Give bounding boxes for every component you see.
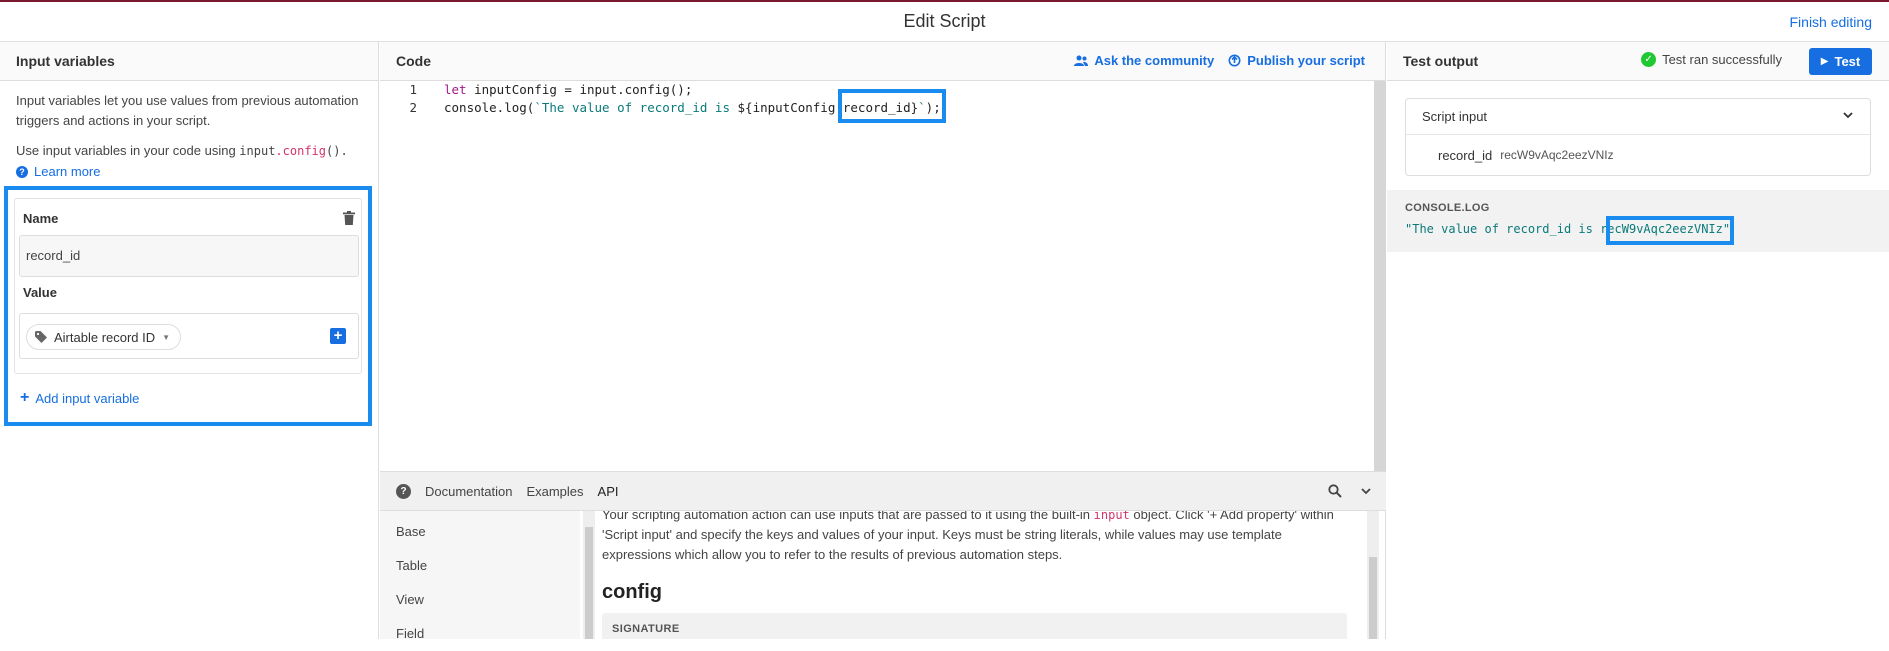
value-label: Value bbox=[23, 285, 57, 300]
docs-content: Your scripting automation action can use… bbox=[602, 511, 1362, 639]
script-input-row: record_id recW9vAqc2eezVNIz bbox=[1406, 135, 1870, 175]
name-label: Name bbox=[23, 211, 59, 226]
signature-label: SIGNATURE bbox=[612, 623, 680, 635]
variable-name-input[interactable]: record_id bbox=[19, 235, 359, 277]
test-status-label: Test ran successfully bbox=[1662, 52, 1782, 67]
tag-icon bbox=[35, 331, 47, 343]
test-button[interactable]: ▶ Test bbox=[1809, 48, 1872, 75]
code-line: 2 console.log(`The value of record_id is… bbox=[380, 100, 940, 120]
chevron-down-icon[interactable] bbox=[1360, 484, 1372, 498]
docs-heading: config bbox=[602, 581, 662, 603]
code-keyword: let bbox=[444, 82, 467, 97]
script-input-value: recW9vAqc2eezVNIz bbox=[1500, 148, 1614, 162]
code-editor[interactable]: 1 let inputConfig = input.config(); 2 co… bbox=[380, 81, 1386, 471]
usage-code-input: input bbox=[239, 144, 276, 158]
input-variables-description: Input variables let you use values from … bbox=[16, 93, 359, 128]
page-title: Edit Script bbox=[903, 11, 986, 31]
finish-editing-button[interactable]: Finish editing bbox=[1790, 14, 1873, 30]
test-output-header: Test output ✓ Test ran successfully ▶ Te… bbox=[1387, 42, 1889, 81]
chevron-down-icon bbox=[1843, 112, 1853, 119]
test-output-title: Test output bbox=[1403, 53, 1479, 69]
record-value-highlight bbox=[1606, 216, 1734, 245]
record-id-highlight bbox=[838, 89, 946, 123]
publish-icon bbox=[1228, 54, 1241, 67]
variable-value-field[interactable]: Airtable record ID ▼ + bbox=[19, 313, 359, 359]
script-input-section: Script input record_id recW9vAqc2eezVNIz bbox=[1405, 98, 1871, 176]
test-status: ✓ Test ran successfully bbox=[1641, 52, 1782, 67]
input-variables-usage: Use input variables in your code using i… bbox=[0, 131, 378, 158]
value-token-pill[interactable]: Airtable record ID ▼ bbox=[26, 324, 182, 350]
input-variable-card: Name record_id Value Airtable record ID … bbox=[14, 198, 362, 374]
tab-api[interactable]: API bbox=[598, 484, 619, 499]
input-variable-highlight: Name record_id Value Airtable record ID … bbox=[4, 186, 372, 426]
check-circle-icon: ✓ bbox=[1641, 52, 1657, 67]
usage-code: input.config(). bbox=[239, 144, 347, 158]
docs-nav-item-field[interactable]: Field bbox=[380, 617, 580, 651]
docs-nav-item-base[interactable]: Base bbox=[380, 515, 580, 549]
learn-more-link[interactable]: ? Learn more bbox=[0, 158, 378, 179]
line-number: 2 bbox=[409, 100, 417, 115]
input-variables-header: Input variables bbox=[0, 42, 378, 81]
add-input-variable-label: Add input variable bbox=[35, 390, 140, 406]
code-string: `The value of record_id is bbox=[534, 100, 738, 115]
console-log-label: CONSOLE.LOG bbox=[1405, 202, 1490, 214]
plus-icon: + bbox=[20, 389, 30, 406]
input-variables-panel: Input variables Input variables let you … bbox=[0, 42, 379, 639]
docs-paragraph: Your scripting automation action can use… bbox=[602, 511, 1342, 565]
script-input-key: record_id bbox=[1438, 147, 1493, 163]
tab-examples[interactable]: Examples bbox=[526, 484, 583, 499]
docs-text: Your scripting automation action can use… bbox=[602, 511, 1094, 522]
people-icon bbox=[1074, 55, 1089, 66]
add-input-variable-button[interactable]: + Add input variable bbox=[20, 389, 139, 407]
caret-down-icon: ▼ bbox=[162, 332, 171, 342]
trash-icon[interactable] bbox=[343, 211, 355, 225]
top-bar: Edit Script Finish editing bbox=[0, 0, 1889, 42]
code-title: Code bbox=[396, 53, 431, 69]
play-icon: ▶ bbox=[1820, 56, 1829, 67]
help-icon[interactable]: ? bbox=[396, 483, 411, 499]
publish-script-label: Publish your script bbox=[1247, 53, 1365, 68]
help-icon: ? bbox=[16, 165, 28, 178]
docs-nav-item-table[interactable]: Table bbox=[380, 549, 580, 583]
test-button-label: Test bbox=[1834, 54, 1861, 69]
value-token-label: Airtable record ID bbox=[54, 329, 156, 345]
ask-community-label: Ask the community bbox=[1094, 53, 1215, 68]
usage-text: Use input variables in your code using bbox=[16, 143, 240, 158]
code-header: Code Ask the community Publish your scri… bbox=[380, 42, 1385, 81]
docs-scrollbar[interactable] bbox=[1367, 511, 1379, 639]
docs-nav-item-view[interactable]: View bbox=[380, 583, 580, 617]
ask-community-link[interactable]: Ask the community bbox=[1074, 53, 1214, 68]
script-input-label: Script input bbox=[1422, 109, 1488, 124]
code-line: 1 let inputConfig = input.config(); bbox=[380, 82, 692, 102]
console-log-section: CONSOLE.LOG "The value of record_id is r… bbox=[1387, 190, 1889, 252]
publish-script-link[interactable]: Publish your script bbox=[1228, 53, 1365, 68]
script-input-header[interactable]: Script input bbox=[1406, 99, 1870, 135]
search-icon[interactable] bbox=[1328, 484, 1342, 498]
code-panel: Code Ask the community Publish your scri… bbox=[380, 42, 1386, 641]
signature-box: SIGNATURE bbox=[602, 613, 1347, 639]
docs-inline-code: input bbox=[1093, 511, 1130, 522]
docs-nav-scrollbar[interactable] bbox=[583, 511, 595, 639]
docs-toolbar: ? Documentation Examples API bbox=[380, 471, 1386, 511]
editor-scrollbar[interactable] bbox=[1374, 81, 1386, 471]
line-number: 1 bbox=[409, 82, 417, 97]
usage-code-config: .config bbox=[275, 144, 326, 158]
line-text: let inputConfig = input.config(); bbox=[444, 82, 692, 97]
learn-more-label: Learn more bbox=[34, 164, 101, 179]
code-text: inputConfig = input.config(); bbox=[466, 82, 693, 97]
tab-documentation[interactable]: Documentation bbox=[425, 484, 512, 499]
insert-value-button[interactable]: + bbox=[330, 328, 346, 344]
code-text: console.log( bbox=[444, 100, 535, 115]
test-output-panel: Test output ✓ Test ran successfully ▶ Te… bbox=[1387, 42, 1889, 639]
docs-nav: Base Table View Field bbox=[380, 511, 580, 641]
usage-code-call: (). bbox=[326, 144, 348, 158]
